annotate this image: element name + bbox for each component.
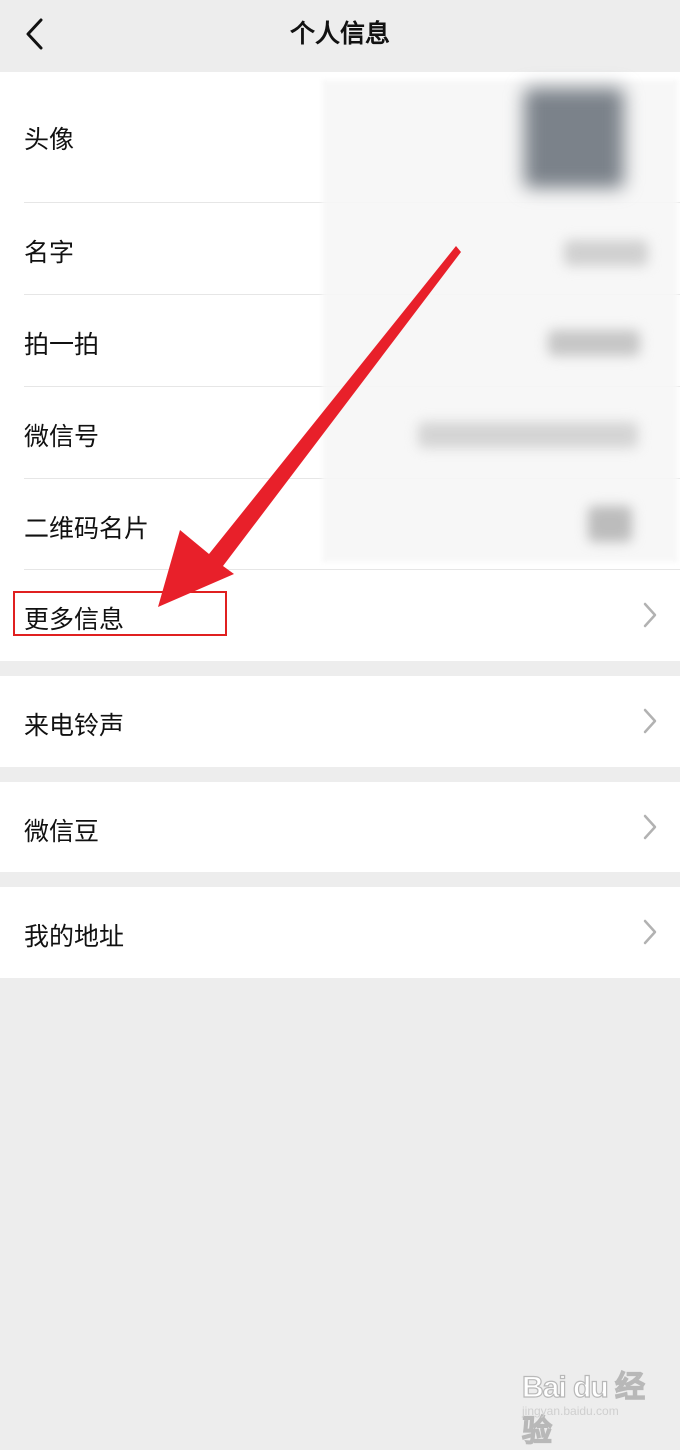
name-label: 名字 bbox=[24, 238, 75, 267]
chevron-right-icon bbox=[643, 708, 657, 734]
page-title: 个人信息 bbox=[289, 19, 390, 48]
watermark-logo: Bai du 经验 jingyan.baidu.com bbox=[518, 1350, 658, 1448]
avatar-label: 头像 bbox=[24, 125, 75, 154]
ringtone-label: 来电铃声 bbox=[24, 711, 125, 740]
chevron-right-icon bbox=[643, 814, 657, 840]
qr-code-icon bbox=[588, 506, 632, 542]
address-label: 我的地址 bbox=[24, 922, 125, 951]
ringtone-group: 来电铃声 bbox=[0, 676, 680, 767]
pat-label: 拍一拍 bbox=[24, 330, 100, 359]
watermark-url: jingyan.baidu.com bbox=[522, 1404, 619, 1418]
more-info-label: 更多信息 bbox=[24, 605, 125, 634]
beans-label: 微信豆 bbox=[24, 817, 100, 846]
more-info-row[interactable]: 更多信息 bbox=[0, 570, 680, 661]
ringtone-row[interactable]: 来电铃声 bbox=[0, 676, 680, 767]
address-group: 我的地址 bbox=[0, 887, 680, 978]
beans-group: 微信豆 bbox=[0, 782, 680, 872]
wechat-id-value bbox=[418, 422, 638, 448]
chevron-right-icon bbox=[643, 919, 657, 945]
nav-bar: 个人信息 bbox=[0, 0, 680, 72]
beans-row[interactable]: 微信豆 bbox=[0, 782, 680, 872]
name-value bbox=[564, 240, 648, 266]
wechat-id-label: 微信号 bbox=[24, 422, 100, 451]
chevron-right-icon bbox=[643, 602, 657, 628]
pat-value bbox=[548, 330, 640, 356]
qr-code-label: 二维码名片 bbox=[24, 514, 150, 543]
blurred-values-panel bbox=[322, 80, 678, 562]
address-row[interactable]: 我的地址 bbox=[0, 887, 680, 978]
avatar-image[interactable] bbox=[524, 88, 624, 188]
watermark-brand: Bai du 经验 bbox=[521, 1370, 645, 1448]
